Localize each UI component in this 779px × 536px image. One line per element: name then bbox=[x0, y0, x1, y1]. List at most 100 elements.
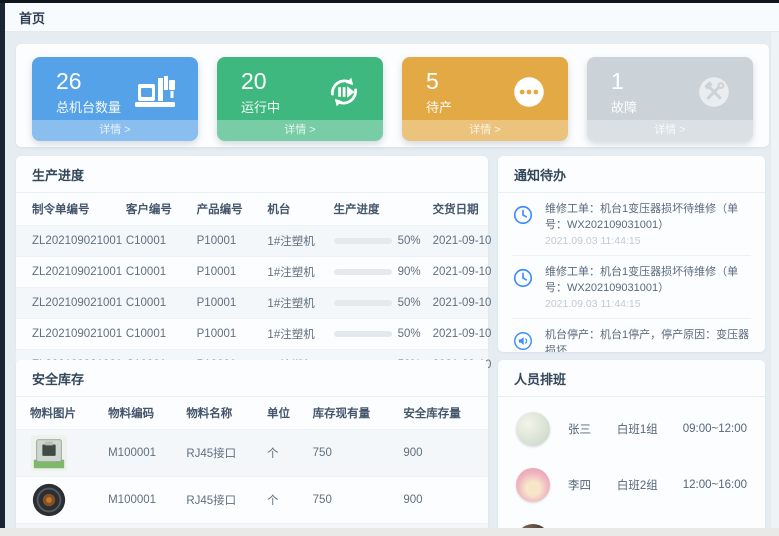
cell-machine: 1#注塑机 bbox=[261, 257, 327, 288]
main-content: 26 总机台数量 详情 > bbox=[5, 32, 779, 528]
stat-card-fault[interactable]: 1 故障 详情 > bbox=[587, 57, 753, 141]
cell-customer: C10001 bbox=[120, 257, 191, 288]
table-row[interactable]: ZL202109021001 C10001 P10001 1#注塑机 50% 2… bbox=[16, 288, 488, 319]
col-date: 交货日期 bbox=[427, 193, 488, 226]
schedule-row[interactable]: 王五 夜班1组 18:00~24:00 bbox=[516, 513, 747, 528]
notice-text: 机台停产：机台1停产，停产原因：变压器损坏 bbox=[545, 328, 751, 352]
col-unit: 单位 bbox=[261, 397, 307, 430]
progress-value: 50% bbox=[398, 235, 421, 247]
stat-text: 20 运行中 bbox=[241, 68, 280, 116]
ellipsis-icon bbox=[510, 73, 548, 111]
progress-value: 90% bbox=[398, 266, 421, 278]
safety-stock-table: 物料图片 物料编码 物料名称 单位 库存现有量 安全库存量 bbox=[16, 397, 488, 528]
col-qty-on-hand: 库存现有量 bbox=[307, 397, 398, 430]
col-order-no: 制令单编号 bbox=[16, 193, 120, 226]
schedule-row[interactable]: 李四 白班2组 12:00~16:00 bbox=[516, 457, 747, 513]
repair-icon bbox=[695, 73, 733, 111]
cell-order: ZL202109021001 bbox=[16, 226, 120, 257]
notice-list: 维修工单：机台1变压器损坏待维修（单号：WX202109031001） 2021… bbox=[498, 193, 765, 352]
col-material-code: 物料编码 bbox=[102, 397, 180, 430]
cell-date: 2021-09-10 bbox=[427, 288, 488, 319]
stat-text: 26 总机台数量 bbox=[56, 68, 121, 116]
cell-date: 2021-09-10 bbox=[427, 319, 488, 350]
person-name: 李四 bbox=[568, 477, 617, 493]
col-material-image: 物料图片 bbox=[16, 397, 102, 430]
notice-item[interactable]: 维修工单：机台1变压器损坏待维修（单号：WX202109031001） 2021… bbox=[512, 256, 751, 319]
table-row[interactable]: ZL202109021001 C10001 P10001 1#注塑机 50% 2… bbox=[16, 226, 488, 257]
stat-text: 1 故障 bbox=[611, 68, 637, 116]
stat-label: 总机台数量 bbox=[56, 97, 121, 116]
stat-value: 5 bbox=[426, 68, 452, 96]
cell-code: M100001 bbox=[102, 430, 180, 477]
sidebar-edge bbox=[0, 0, 5, 536]
window-top-edge bbox=[0, 0, 779, 3]
table-header-row: 制令单编号 客户编号 产品编号 机台 生产进度 交货日期 bbox=[16, 193, 488, 226]
col-customer: 客户编号 bbox=[120, 193, 191, 226]
cell-name: RJ45接口 bbox=[180, 477, 261, 524]
cell-safety: 900 bbox=[397, 430, 488, 477]
cell-unit: 个 bbox=[261, 477, 307, 524]
stat-detail-link[interactable]: 详情 > bbox=[217, 120, 383, 141]
horizontal-scrollbar[interactable] bbox=[0, 528, 779, 536]
machine-icon bbox=[134, 74, 178, 110]
page-title: 首页 bbox=[19, 8, 45, 27]
stat-value: 20 bbox=[241, 68, 280, 96]
cell-code: M100001 bbox=[102, 477, 180, 524]
person-name: 张三 bbox=[568, 421, 617, 437]
cell-order: ZL202109021001 bbox=[16, 288, 120, 319]
person-shift: 白班1组 bbox=[617, 421, 683, 437]
vertical-scrollbar[interactable] bbox=[770, 32, 779, 528]
production-progress-panel: 生产进度 制令单编号 客户编号 产品编号 机台 生产进度 交货日期 ZL2021 bbox=[16, 156, 488, 352]
speaker-icon bbox=[512, 328, 536, 352]
person-time: 09:00~12:00 bbox=[683, 423, 747, 435]
progress-value: 50% bbox=[398, 328, 421, 340]
col-material-name: 物料名称 bbox=[180, 397, 261, 430]
stat-card-pending[interactable]: 5 待产 详情 > bbox=[402, 57, 568, 141]
cell-qty: 750 bbox=[307, 430, 398, 477]
table-row[interactable]: ZL202109021001 C10001 P10001 1#注塑机 90% 2… bbox=[16, 257, 488, 288]
stat-detail-link[interactable]: 详情 > bbox=[32, 120, 198, 141]
col-product: 产品编号 bbox=[191, 193, 262, 226]
schedule-row[interactable]: 张三 白班1组 09:00~12:00 bbox=[516, 401, 747, 457]
notice-item[interactable]: 维修工单：机台1变压器损坏待维修（单号：WX202109031001） 2021… bbox=[512, 193, 751, 256]
stat-detail-link[interactable]: 详情 > bbox=[587, 120, 753, 141]
cell-customer: C10001 bbox=[120, 226, 191, 257]
production-progress-table: 制令单编号 客户编号 产品编号 机台 生产进度 交货日期 ZL202109021… bbox=[16, 193, 488, 380]
cell-date: 2021-09-10 bbox=[427, 257, 488, 288]
cell-product: P10001 bbox=[191, 257, 262, 288]
notice-text: 维修工单：机台1变压器损坏待维修（单号：WX202109031001） bbox=[545, 265, 751, 297]
stats-panel: 26 总机台数量 详情 > bbox=[16, 44, 769, 147]
cell-product: P10001 bbox=[191, 288, 262, 319]
schedule-list: 张三 白班1组 09:00~12:00 李四 白班2组 12:00~16:00 … bbox=[498, 397, 765, 528]
notices-title: 通知待办 bbox=[498, 156, 765, 193]
cell-product: P10001 bbox=[191, 226, 262, 257]
notices-panel: 通知待办 维修工单：机台1变压器损坏待维修（单号：WX202109031001）… bbox=[498, 156, 765, 352]
running-icon bbox=[325, 73, 363, 111]
progress-value: 50% bbox=[398, 297, 421, 309]
person-time: 12:00~16:00 bbox=[683, 479, 747, 491]
stat-detail-link[interactable]: 详情 > bbox=[402, 120, 568, 141]
stat-card-total-machines[interactable]: 26 总机台数量 详情 > bbox=[32, 57, 198, 141]
avatar bbox=[516, 468, 550, 502]
progress-bar: 50% bbox=[334, 235, 421, 247]
notice-item[interactable]: 机台停产：机台1停产，停产原因：变压器损坏 2021.09.03 11:44:1… bbox=[512, 319, 751, 352]
cell-customer: C10001 bbox=[120, 288, 191, 319]
production-progress-title: 生产进度 bbox=[16, 156, 488, 193]
progress-bar: 90% bbox=[334, 266, 421, 278]
rj45-connector-image bbox=[30, 434, 68, 472]
stat-card-running[interactable]: 20 运行中 详情 > bbox=[217, 57, 383, 141]
cell-name: RJ45接口 bbox=[180, 430, 261, 477]
col-safety-qty: 安全库存量 bbox=[397, 397, 488, 430]
notice-time: 2021.09.03 11:44:15 bbox=[545, 298, 751, 310]
table-row[interactable]: M100001 RJ45接口 个 750 900 bbox=[16, 430, 488, 477]
personnel-schedule-title: 人员排班 bbox=[498, 360, 765, 397]
safety-stock-title: 安全库存 bbox=[16, 360, 488, 397]
cell-product: P10001 bbox=[191, 319, 262, 350]
notice-text: 维修工单：机台1变压器损坏待维修（单号：WX202109031001） bbox=[545, 202, 751, 234]
person-shift: 白班2组 bbox=[617, 477, 683, 493]
speaker-front-image bbox=[30, 481, 68, 519]
stat-value: 1 bbox=[611, 68, 637, 96]
table-row[interactable]: M100001 RJ45接口 个 750 900 bbox=[16, 477, 488, 524]
col-machine: 机台 bbox=[261, 193, 327, 226]
table-row[interactable]: ZL202109021001 C10001 P10001 1#注塑机 50% 2… bbox=[16, 319, 488, 350]
